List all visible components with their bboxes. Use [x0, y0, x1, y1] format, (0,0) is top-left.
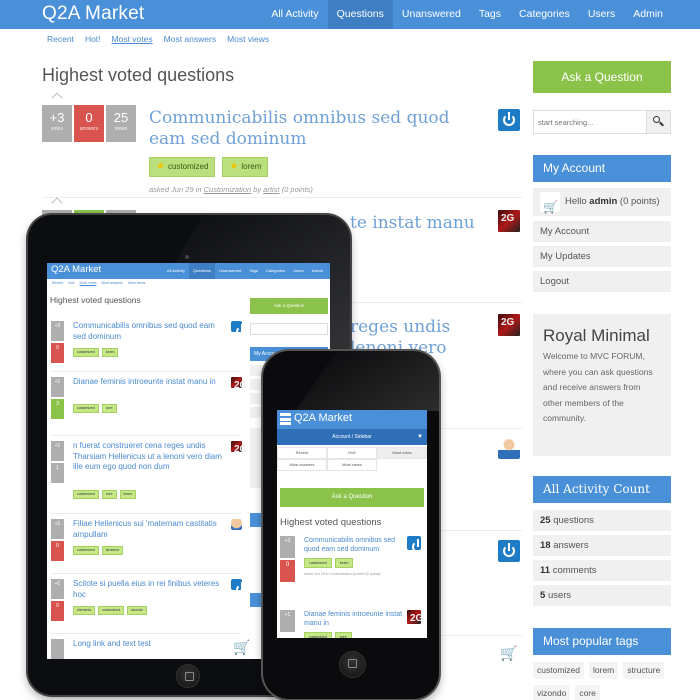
- ask-question-button[interactable]: Ask a Question: [533, 61, 671, 93]
- page-title: Highest voted questions: [42, 65, 235, 85]
- my-account-link[interactable]: My Account: [533, 221, 671, 242]
- tablet-question: Long link and text test: [51, 639, 251, 659]
- 2g-avatar-icon[interactable]: [498, 314, 520, 336]
- tag-lorem[interactable]: ★ lorem: [222, 157, 269, 177]
- search-button[interactable]: [646, 111, 670, 133]
- about-title: Royal Minimal: [543, 326, 650, 345]
- question-meta: asked Jun 29 in Customization by artist …: [149, 185, 313, 194]
- tag-customized[interactable]: ★ customized: [149, 157, 216, 177]
- sort-most-answers[interactable]: Most answers: [164, 34, 216, 44]
- phone-sort-tabs: Recent Hot! Most votes Most answers Most…: [277, 447, 427, 471]
- tablet-ask-button: Ask a Question: [250, 298, 328, 314]
- popular-tags-heading: Most popular tags: [533, 628, 671, 655]
- vote-up-icon[interactable]: [51, 92, 63, 104]
- search-input[interactable]: [534, 111, 646, 133]
- sort-most-views[interactable]: Most views: [227, 34, 269, 44]
- divider: [42, 197, 522, 198]
- tablet-question: +3 0 Communicabilis omnibus sed quod eam…: [51, 321, 251, 373]
- 2g-avatar-icon: [231, 441, 247, 455]
- tablet-search: [250, 323, 328, 335]
- activity-heading: All Activity Count: [533, 476, 671, 503]
- logout-link[interactable]: Logout: [533, 271, 671, 292]
- sort-most-votes[interactable]: Most votes: [112, 34, 153, 44]
- author-link[interactable]: artist: [263, 185, 279, 194]
- username-link[interactable]: admin: [589, 196, 617, 207]
- camera: [185, 255, 189, 259]
- phone-screen: Q2A Market Account / Sidebar ▼ Recent Ho…: [277, 410, 427, 638]
- hamburger-menu-icon: [280, 413, 291, 425]
- votes-count: +3 votes: [42, 105, 72, 142]
- popular-tag[interactable]: customized: [533, 662, 584, 679]
- tablet-question: +1 1 n fuerat construeret cena reges und…: [51, 441, 251, 521]
- main-nav: All Activity Questions Unanswered Tags C…: [262, 0, 672, 29]
- phone-home-button: [339, 651, 366, 678]
- question-item: +3 votes 0 answers 25 views Communicabil…: [42, 92, 522, 195]
- cart-avatar-icon: [231, 639, 250, 656]
- about-widget: Royal Minimal Welcome to MVC FORUM, wher…: [533, 314, 671, 456]
- sort-subnav: Recent Hot! Most votes Most answers Most…: [47, 34, 269, 44]
- sort-recent[interactable]: Recent: [47, 34, 74, 44]
- nav-admin[interactable]: Admin: [624, 0, 672, 29]
- phone-ask-button: Ask a Question: [280, 488, 424, 507]
- power-avatar-icon: [407, 536, 424, 553]
- tablet-question: +1 3 Dianae feminis introeunte instat ma…: [51, 377, 251, 437]
- question-tags: ★ customized ★ lorem: [149, 157, 269, 177]
- top-navbar: Q2A Market All Activity Questions Unansw…: [0, 0, 700, 29]
- nav-categories[interactable]: Categories: [510, 0, 579, 29]
- popular-tags-list: customized lorem structure vizondo core: [533, 662, 673, 700]
- my-updates-link[interactable]: My Updates: [533, 246, 671, 267]
- vote-up-icon[interactable]: [51, 197, 63, 209]
- tablet-home-button: [176, 664, 200, 688]
- activity-comments: 11 comments: [533, 560, 671, 581]
- star-icon: ★: [229, 161, 239, 172]
- hello-user: Hello admin (0 points): [533, 188, 671, 221]
- power-avatar-icon: [231, 321, 248, 338]
- activity-questions: 25 questions: [533, 510, 671, 531]
- chevron-down-icon: ▼: [417, 434, 423, 440]
- popular-tag[interactable]: vizondo: [533, 685, 571, 700]
- tablet-page-title: Highest voted questions: [50, 295, 141, 305]
- nav-questions[interactable]: Questions: [327, 0, 393, 29]
- activity-users: 5 users: [533, 585, 671, 606]
- nav-unanswered[interactable]: Unanswered: [393, 0, 470, 29]
- activity-answers: 18 answers: [533, 535, 671, 556]
- phone-mockup: Q2A Market Account / Sidebar ▼ Recent Ho…: [263, 351, 439, 699]
- man-avatar-icon: [231, 519, 242, 530]
- power-avatar-icon[interactable]: [498, 540, 520, 562]
- phone-account-toggle: Account / Sidebar ▼: [277, 429, 427, 445]
- phone-navbar: Q2A Market: [277, 410, 427, 429]
- question-title-link[interactable]: te instat manu: [350, 213, 500, 234]
- power-avatar-icon[interactable]: [498, 109, 520, 131]
- star-icon: ★: [156, 161, 165, 172]
- popular-tag[interactable]: core: [575, 685, 600, 700]
- popular-tag[interactable]: lorem: [589, 662, 619, 679]
- tablet-question: +1 0 Filiae Hellenicus sui 'maternam cas…: [51, 519, 251, 574]
- site-logo[interactable]: Q2A Market: [42, 3, 144, 25]
- sort-hot[interactable]: Hot!: [85, 34, 101, 44]
- man-avatar-icon[interactable]: [498, 437, 520, 459]
- power-avatar-icon: [231, 579, 248, 596]
- tablet-question: +1 0 Scitote si puella eius in rei finib…: [51, 579, 251, 634]
- tablet-subnav: Recent Hot! Most votes Most answers Most vie…: [52, 281, 146, 285]
- phone-question: +1 Dianae feminis introeunte instat manu…: [280, 610, 425, 638]
- popular-tag[interactable]: structure: [623, 662, 665, 679]
- tablet-navbar: Q2A Market All Activity Questions Unansw…: [47, 263, 330, 279]
- my-account-heading: My Account: [533, 155, 671, 182]
- phone-question: +3 0 Communicabilis omnibus sed quod eam…: [280, 536, 425, 596]
- nav-all-activity[interactable]: All Activity: [262, 0, 327, 29]
- search-box: [533, 110, 671, 134]
- user-avatar: [540, 192, 560, 221]
- question-title-link[interactable]: Communicabilis omnibus sed quod eam sed …: [149, 108, 489, 150]
- cart-avatar-icon[interactable]: [498, 645, 520, 667]
- 2g-avatar-icon: [231, 377, 247, 391]
- nav-users[interactable]: Users: [579, 0, 624, 29]
- phone-page-title: Highest voted questions: [280, 517, 382, 528]
- nav-tags[interactable]: Tags: [470, 0, 510, 29]
- answers-count: 0 answers: [74, 105, 104, 142]
- category-link[interactable]: Customization: [204, 185, 252, 194]
- views-count: 25 views: [106, 105, 136, 142]
- about-text: Welcome to MVC FORUM, where you can ask …: [543, 351, 653, 423]
- 2g-avatar-icon: [407, 610, 423, 624]
- 2g-avatar-icon[interactable]: [498, 210, 520, 232]
